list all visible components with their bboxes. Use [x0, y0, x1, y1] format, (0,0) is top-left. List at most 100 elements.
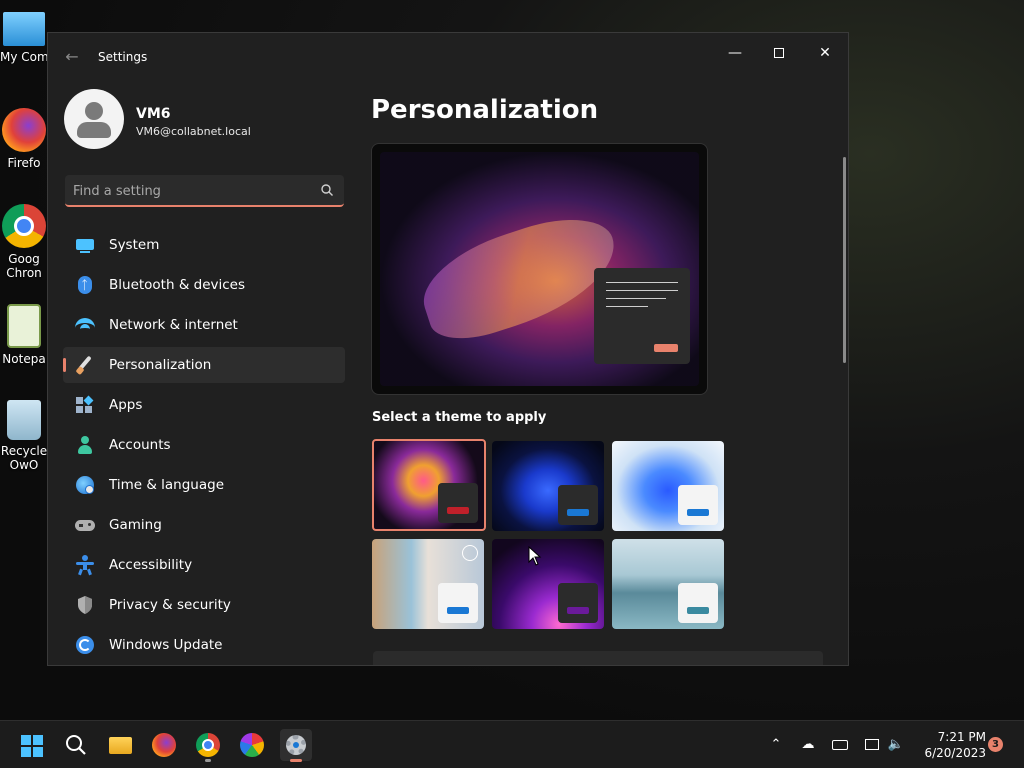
sidebar-item-label: Apps	[109, 397, 143, 413]
search-box[interactable]	[65, 175, 344, 207]
search-input[interactable]	[73, 180, 309, 202]
recycle-bin-icon	[7, 400, 41, 440]
accessibility-icon	[75, 555, 95, 576]
user-name: VM6	[136, 106, 171, 122]
sidebar-item-apps[interactable]: Apps	[63, 387, 345, 423]
desktop-icon-chrome[interactable]: Goog Chron	[0, 204, 48, 280]
taskbar-photos[interactable]	[236, 729, 268, 761]
taskbar-search-button[interactable]	[60, 729, 92, 761]
sidebar-item-bluetooth[interactable]: ᛏ Bluetooth & devices	[63, 267, 345, 303]
preview-window-mock	[594, 268, 690, 364]
search-icon	[66, 735, 86, 755]
keyboard-icon	[832, 739, 848, 750]
page-title: Personalization	[371, 95, 599, 125]
tray-volume[interactable]: 🔈	[886, 735, 906, 755]
back-button[interactable]: ←	[62, 47, 82, 67]
settings-icon	[286, 735, 306, 755]
chrome-icon	[2, 204, 46, 248]
start-icon	[21, 735, 43, 757]
desktop-icon-firefox[interactable]: Firefo	[0, 108, 48, 170]
sidebar-item-network[interactable]: Network & internet	[63, 307, 345, 343]
sidebar-item-accounts[interactable]: Accounts	[63, 427, 345, 463]
photos-icon	[240, 733, 264, 757]
sidebar-item-label: Network & internet	[109, 317, 238, 333]
volume-icon: 🔈	[887, 737, 905, 752]
sidebar-item-privacy-security[interactable]: Privacy & security	[63, 587, 345, 623]
sidebar-item-time-language[interactable]: Time & language	[63, 467, 345, 503]
taskbar-file-explorer[interactable]	[104, 729, 136, 761]
taskbar: ⌃ ☁ 🔈 7:21 PM 6/20/2023 3	[0, 720, 1024, 768]
sidebar-item-system[interactable]: System	[63, 227, 345, 263]
content-scrollbar[interactable]	[843, 157, 846, 363]
minimize-icon: —	[728, 45, 742, 61]
theme-sunrise-purple[interactable]	[492, 539, 604, 629]
chevron-up-icon: ⌃	[770, 737, 782, 752]
arrow-left-icon: ←	[65, 47, 79, 66]
minimize-button[interactable]: —	[713, 37, 757, 69]
desktop-icon-my-computer[interactable]: My Com	[0, 10, 48, 64]
mouse-cursor-icon	[528, 546, 542, 566]
tray-chevron-up[interactable]: ⌃	[766, 735, 786, 755]
notepad-icon	[7, 304, 41, 348]
title-bar[interactable]: ← Settings — ✕	[48, 33, 848, 81]
sidebar-item-label: Personalization	[109, 357, 212, 373]
settings-window: ← Settings — ✕ VM6 VM6@collabnet.local F…	[47, 32, 849, 666]
notification-badge[interactable]: 3	[988, 737, 1003, 752]
cloud-off-icon: ☁	[801, 737, 815, 752]
sidebar-item-label: Privacy & security	[109, 597, 231, 613]
maximize-button[interactable]	[757, 37, 801, 69]
sidebar-item-label: Bluetooth & devices	[109, 277, 246, 293]
theme-flow-lake[interactable]	[612, 539, 724, 629]
file-explorer-icon	[109, 737, 132, 754]
gamepad-icon	[75, 515, 95, 535]
sidebar-item-windows-update[interactable]: Windows Update	[63, 627, 345, 663]
close-button[interactable]: ✕	[803, 37, 847, 69]
window-title: Settings	[98, 50, 148, 64]
sidebar-item-label: Accessibility	[109, 557, 193, 573]
tray-keyboard[interactable]	[830, 735, 850, 755]
preview-accent-button	[654, 344, 678, 352]
taskbar-firefox[interactable]	[148, 729, 180, 761]
avatar[interactable]	[64, 89, 124, 149]
firefox-icon	[2, 108, 46, 152]
clock-time: 7:21 PM	[937, 730, 986, 744]
taskbar-settings[interactable]	[280, 729, 312, 762]
apps-icon	[75, 395, 95, 415]
avatar-head-icon	[85, 102, 103, 120]
sidebar-item-accessibility[interactable]: Accessibility	[63, 547, 345, 583]
tray-onedrive[interactable]: ☁	[798, 735, 818, 755]
theme-color-chip	[438, 583, 478, 623]
taskbar-clock[interactable]: 7:21 PM 6/20/2023	[912, 729, 986, 761]
brush-icon	[75, 355, 95, 376]
theme-glow-flower[interactable]	[372, 439, 486, 531]
tray-network[interactable]	[862, 735, 882, 755]
desktop-icon-recycle-bin[interactable]: Recycle OwO	[0, 400, 48, 472]
taskbar-chrome[interactable]	[192, 729, 224, 762]
sidebar-item-label: Accounts	[109, 437, 171, 453]
bluetooth-icon: ᛏ	[75, 275, 95, 295]
close-icon: ✕	[819, 45, 831, 61]
desktop-icon-notepad[interactable]: Notepa	[0, 304, 48, 366]
sidebar-item-label: System	[109, 237, 160, 253]
slideshow-icon	[462, 545, 478, 561]
wifi-icon	[75, 315, 95, 335]
theme-color-chip	[438, 483, 478, 523]
theme-blue-bloom-light[interactable]	[612, 441, 724, 531]
computer-icon	[3, 12, 45, 46]
start-button[interactable]	[16, 729, 48, 761]
theme-color-chip	[678, 583, 718, 623]
settings-card[interactable]	[373, 651, 823, 665]
theme-grid	[372, 439, 732, 631]
theme-captured-motion[interactable]	[372, 539, 484, 629]
network-icon	[865, 739, 879, 750]
theme-color-chip	[558, 485, 598, 525]
themes-heading: Select a theme to apply	[372, 410, 547, 425]
theme-blue-bloom-dark[interactable]	[492, 441, 604, 531]
sidebar-item-label: Time & language	[109, 477, 225, 493]
sidebar-item-gaming[interactable]: Gaming	[63, 507, 345, 543]
chrome-icon	[196, 733, 220, 757]
sidebar-item-personalization[interactable]: Personalization	[63, 347, 345, 383]
search-icon[interactable]	[320, 183, 334, 197]
accounts-icon	[75, 435, 95, 455]
user-email: VM6@collabnet.local	[136, 125, 251, 138]
